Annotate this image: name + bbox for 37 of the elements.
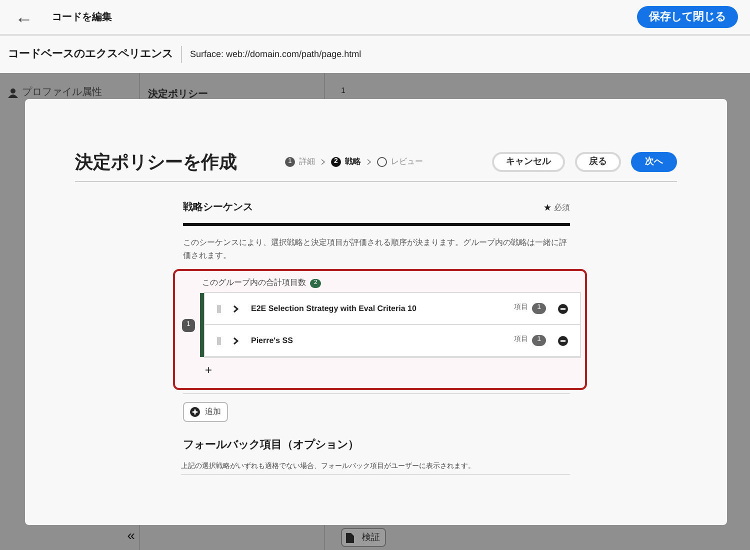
next-button[interactable]: 次へ (631, 152, 677, 172)
star-icon (544, 204, 551, 211)
experience-title: コードベースのエクスペリエンス (8, 46, 182, 63)
strategy-name: Pierre's SS (251, 334, 293, 346)
fallback-title: フォールバック項目（オプション） (183, 438, 360, 453)
drag-handle-icon[interactable] (217, 304, 221, 312)
required-note: 必須 (554, 202, 570, 214)
person-icon (8, 88, 18, 98)
add-strategy-button[interactable]: + (205, 364, 212, 376)
section-description: このシーケンスにより、選択戦略と決定項目が評価される順序が決まります。グループ内の戦略は一緒に評価されます。 (183, 237, 568, 262)
remove-icon[interactable] (558, 304, 568, 314)
page-title: コードを編集 (52, 10, 112, 24)
remove-icon[interactable] (558, 336, 568, 346)
column-title: 決定ポリシー (148, 89, 208, 100)
document-icon (346, 532, 354, 542)
save-close-button[interactable]: 保存して閉じる (637, 6, 738, 28)
chevron-icon (321, 159, 325, 165)
surface-path: Surface: web://domain.com/path/page.html (190, 48, 362, 61)
section-title: 戦略シーケンス (183, 200, 253, 215)
step[interactable]: レビュー (377, 156, 423, 168)
sidebar-item[interactable]: プロファイル属性 (22, 85, 102, 100)
dialog-button[interactable]: キャンセル (492, 152, 565, 172)
group-bar (200, 293, 204, 357)
dialog-title: 決定ポリシーを作成 (75, 150, 238, 174)
group-count-label: このグループ内の合計項目数 (202, 277, 306, 289)
chevron-right-icon[interactable] (233, 304, 239, 312)
line-number: 1 (341, 85, 346, 97)
chevron-right-icon[interactable] (233, 336, 239, 344)
back-button[interactable]: ← (12, 4, 36, 30)
drag-handle-icon[interactable] (217, 336, 221, 344)
validate-button[interactable]: 検証 (341, 528, 386, 547)
plus-circle-icon (190, 407, 200, 417)
add-button[interactable]: 追加 (183, 402, 228, 422)
strategy-name: E2E Selection Strategy with Eval Criteria 10 (251, 302, 416, 314)
collapse-button[interactable]: « (127, 525, 135, 546)
dialog-button[interactable]: 戻る (575, 152, 621, 172)
chevron-icon (367, 159, 371, 165)
